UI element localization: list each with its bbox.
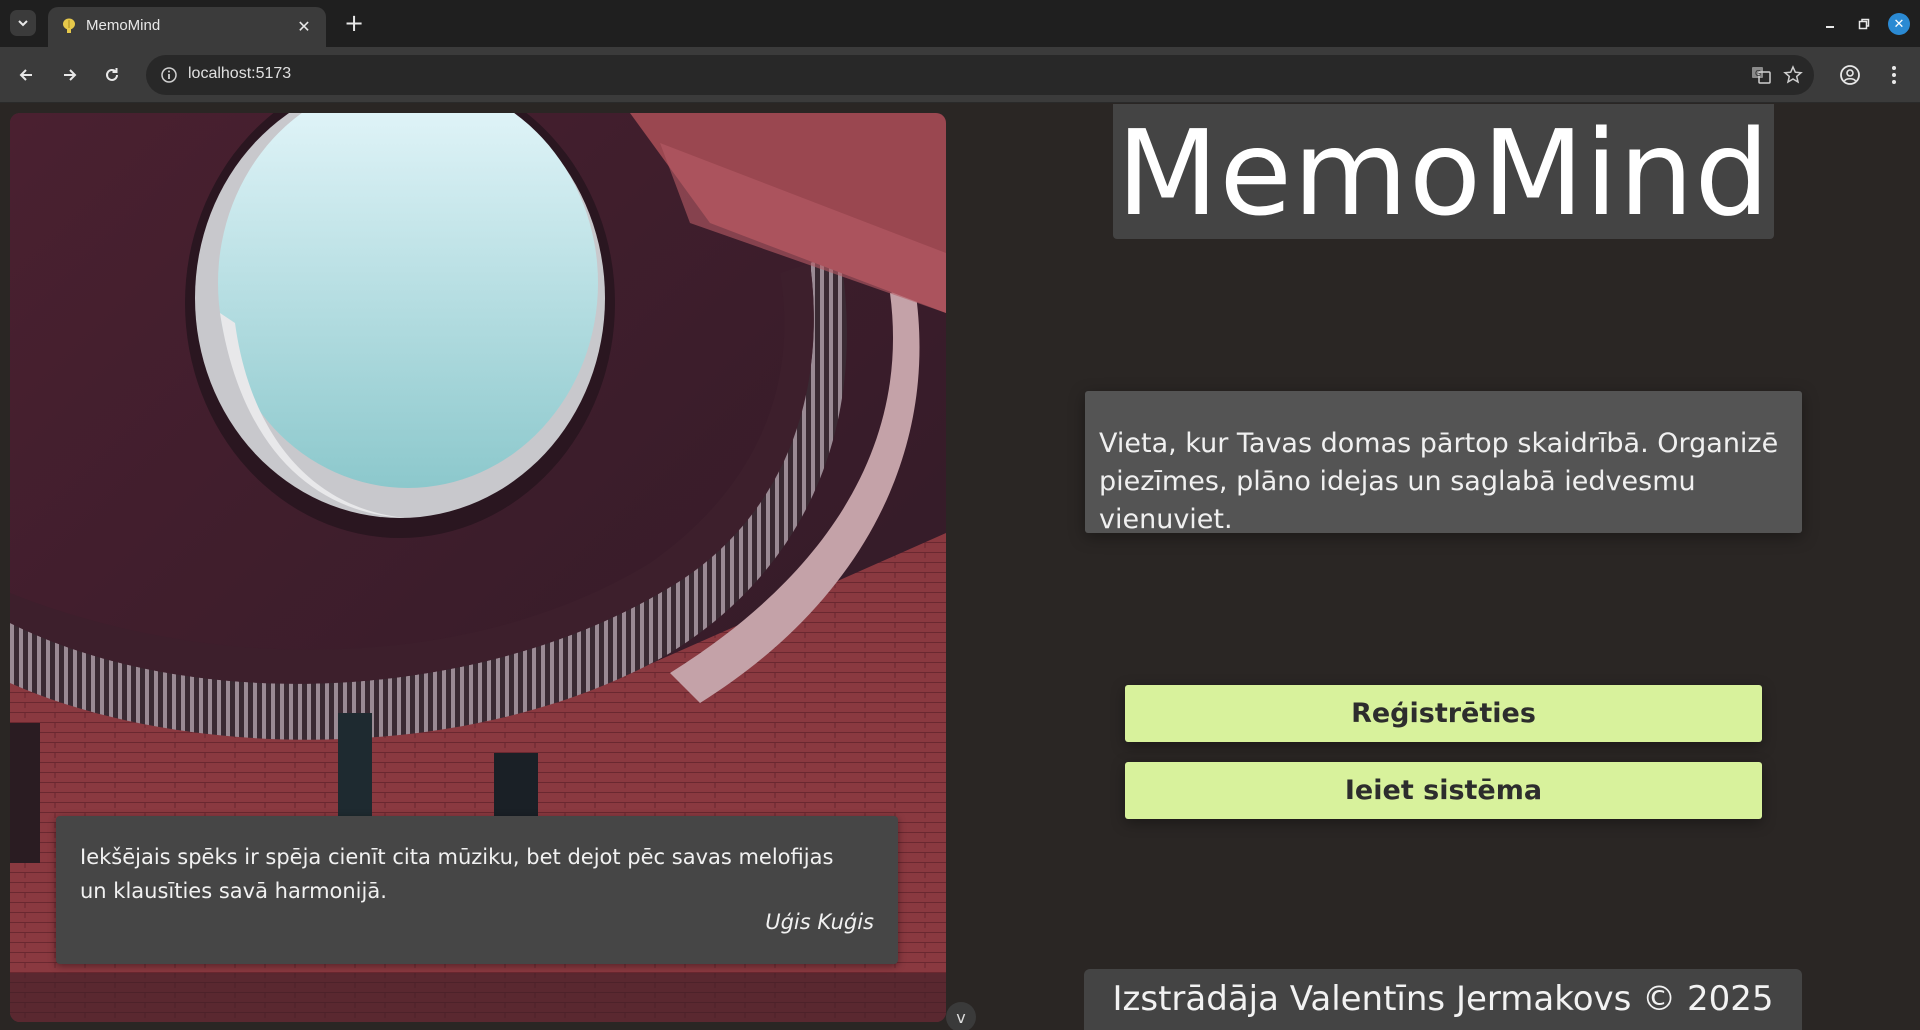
scroll-down-icon[interactable]: v: [946, 1002, 976, 1030]
url-text[interactable]: localhost:5173: [188, 65, 291, 83]
forward-icon[interactable]: [56, 61, 84, 89]
tagline-text: Vieta, kur Tavas domas pārtop skaidrībā.…: [1099, 428, 1779, 535]
chevron-down-icon: [18, 20, 28, 27]
close-tab-icon[interactable]: ✕: [294, 16, 314, 36]
brain-favicon-icon: [63, 18, 75, 33]
footer-credit: Izstrādāja Valentīns Jermakovs © 2025: [1112, 979, 1774, 1019]
browser-tabbar: MemoMind ✕ + ✕: [0, 0, 1920, 47]
address-bar[interactable]: localhost:5173 G: [146, 55, 1814, 95]
bookmark-star-icon[interactable]: [1782, 64, 1804, 86]
new-tab-icon[interactable]: +: [340, 9, 368, 37]
quote-text: Iekšējais spēks ir spēja cienīt cita mūz…: [80, 845, 834, 903]
browser-toolbar: localhost:5173 G: [0, 47, 1920, 103]
reload-icon[interactable]: [98, 61, 126, 89]
back-icon[interactable]: [12, 61, 40, 89]
menu-kebab-icon[interactable]: [1880, 61, 1908, 89]
tagline-card: Vieta, kur Tavas domas pārtop skaidrībā.…: [1085, 391, 1802, 535]
tab-search-button[interactable]: [10, 10, 36, 36]
window-close-icon[interactable]: ✕: [1888, 13, 1910, 35]
logo-banner: MemoMind: [1113, 104, 1774, 239]
app-logo-text: MemoMind: [1116, 104, 1771, 242]
restore-icon[interactable]: [1854, 14, 1874, 34]
quote-card: Iekšējais spēks ir spēja cienīt cita mūz…: [56, 816, 898, 964]
tab-title: MemoMind: [86, 17, 161, 34]
footer: Izstrādāja Valentīns Jermakovs © 2025: [1084, 969, 1802, 1030]
hero-image-panel: Iekšējais spēks ir spēja cienīt cita mūz…: [10, 113, 946, 1022]
register-button[interactable]: Reģistrēties: [1125, 685, 1762, 742]
browser-tab-active[interactable]: MemoMind ✕: [48, 7, 326, 47]
minimize-icon[interactable]: [1820, 14, 1840, 34]
svg-text:G: G: [1755, 69, 1761, 78]
quote-author: Uģis Kuģis: [765, 910, 874, 934]
login-button[interactable]: Ieiet sistēma: [1125, 762, 1762, 819]
site-info-icon[interactable]: [160, 66, 178, 84]
profile-icon[interactable]: [1836, 61, 1864, 89]
translate-icon[interactable]: G: [1750, 64, 1772, 86]
landing-page: Iekšējais spēks ir spēja cienīt cita mūz…: [0, 104, 1920, 1030]
